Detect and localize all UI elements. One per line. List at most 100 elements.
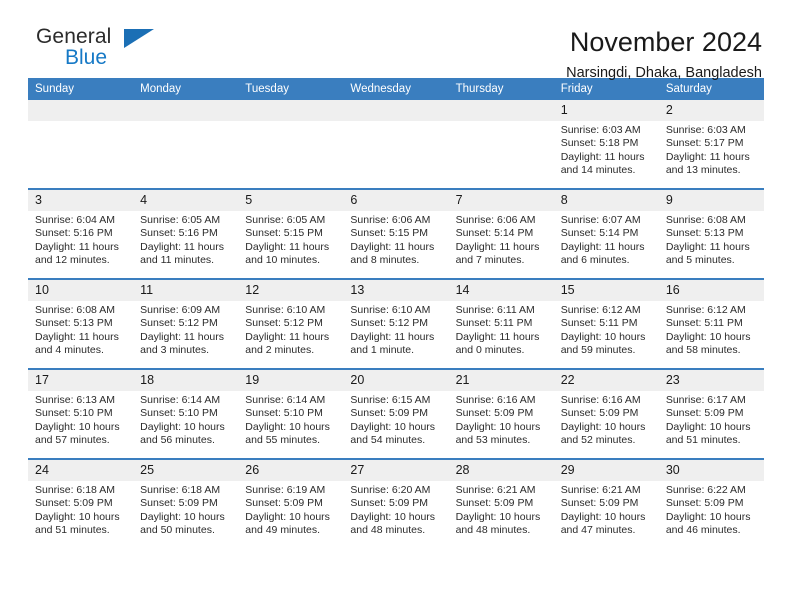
calendar-day-cell[interactable]: 28 Sunrise: 6:21 AM Sunset: 5:09 PM Dayligh… (448, 459, 554, 548)
day-sun-info: Sunrise: 6:06 AM Sunset: 5:15 PM Daylight:… (343, 211, 448, 267)
calendar-day-cell[interactable]: 17 Sunrise: 6:13 AM Sunset: 5:10 PM Dayligh… (28, 369, 134, 460)
sunrise-text: Sunrise: 6:12 AM (665, 304, 746, 316)
sunrise-text: Sunrise: 6:18 AM (140, 484, 221, 496)
daylight-text-line2: and 13 minutes. (665, 163, 741, 176)
brand-logo[interactable]: General Blue (28, 26, 158, 80)
sunset-text: Sunset: 5:13 PM (35, 317, 113, 330)
daylight-text-line1: Daylight: 10 hours (350, 420, 436, 433)
calendar-day-cell[interactable]: 8 Sunrise: 6:07 AM Sunset: 5:14 PM Daylight… (553, 189, 659, 280)
calendar-day-cell-empty (238, 100, 344, 190)
daylight-text-line1: Daylight: 11 hours (140, 330, 224, 343)
daylight-text-line2: and 7 minutes. (455, 253, 525, 266)
daylight-text-line2: and 52 minutes. (560, 433, 636, 446)
sunset-text: Sunset: 5:15 PM (245, 227, 323, 240)
day-sun-info: Sunrise: 6:03 AM Sunset: 5:17 PM Daylight:… (659, 121, 764, 177)
day-number (28, 100, 134, 121)
day-number: 1 (553, 100, 659, 121)
sunrise-text: Sunrise: 6:06 AM (455, 214, 536, 226)
calendar-day-cell[interactable]: 20 Sunrise: 6:15 AM Sunset: 5:09 PM Dayligh… (343, 369, 449, 460)
calendar-day-cell[interactable]: 27 Sunrise: 6:20 AM Sunset: 5:09 PM Dayligh… (343, 459, 449, 548)
daylight-text-line1: Daylight: 10 hours (245, 510, 330, 523)
day-number: 24 (28, 460, 134, 481)
calendar-page: General Blue November 2024 Narsingdi, Dh… (0, 0, 792, 612)
calendar-day-cell[interactable]: 22 Sunrise: 6:16 AM Sunset: 5:09 PM Dayligh… (553, 369, 659, 460)
daylight-text-line1: Daylight: 10 hours (140, 510, 225, 523)
calendar-week-row: 3 Sunrise: 6:04 AM Sunset: 5:16 PM Daylight… (28, 189, 764, 280)
calendar-day-cell[interactable]: 1 Sunrise: 6:03 AM Sunset: 5:18 PM Daylight… (553, 100, 659, 190)
brand-name-blue: Blue (65, 46, 108, 69)
calendar-day-cell[interactable]: 14 Sunrise: 6:11 AM Sunset: 5:11 PM Dayligh… (448, 279, 554, 370)
daylight-text-line2: and 47 minutes. (560, 523, 636, 536)
day-cell-content: 5 Sunrise: 6:05 AM Sunset: 5:15 PM Daylight… (238, 190, 344, 278)
calendar-day-cell[interactable]: 7 Sunrise: 6:06 AM Sunset: 5:14 PM Daylight… (448, 189, 554, 280)
day-sun-info: Sunrise: 6:16 AM Sunset: 5:09 PM Daylight:… (554, 391, 659, 447)
daylight-text-line2: and 4 minutes. (35, 343, 104, 356)
daylight-text-line2: and 51 minutes. (665, 433, 741, 446)
daylight-text-line2: and 14 minutes. (560, 163, 636, 176)
day-number: 22 (553, 370, 659, 391)
calendar-day-cell[interactable]: 21 Sunrise: 6:16 AM Sunset: 5:09 PM Dayligh… (448, 369, 554, 460)
page-header: General Blue November 2024 Narsingdi, Dh… (28, 0, 764, 82)
day-cell-content: 20 Sunrise: 6:15 AM Sunset: 5:09 PM Dayligh… (343, 370, 449, 458)
sunset-text: Sunset: 5:10 PM (245, 407, 323, 420)
daylight-text-line1: Daylight: 10 hours (35, 510, 120, 523)
day-sun-info: Sunrise: 6:08 AM Sunset: 5:13 PM Daylight:… (28, 301, 133, 357)
calendar-day-cell[interactable]: 23 Sunrise: 6:17 AM Sunset: 5:09 PM Dayligh… (658, 369, 764, 460)
calendar-day-cell[interactable]: 16 Sunrise: 6:12 AM Sunset: 5:11 PM Dayligh… (658, 279, 764, 370)
day-number: 11 (133, 280, 239, 301)
daylight-text-line1: Daylight: 11 hours (665, 150, 750, 163)
calendar-day-cell[interactable]: 29 Sunrise: 6:21 AM Sunset: 5:09 PM Dayligh… (553, 459, 659, 548)
daylight-text-line1: Daylight: 11 hours (35, 240, 119, 253)
daylight-text-line2: and 57 minutes. (35, 433, 110, 446)
calendar-day-cell[interactable]: 24 Sunrise: 6:18 AM Sunset: 5:09 PM Dayligh… (28, 459, 134, 548)
day-number: 3 (28, 190, 134, 211)
sunrise-text: Sunrise: 6:20 AM (350, 484, 431, 496)
day-sun-info: Sunrise: 6:21 AM Sunset: 5:09 PM Daylight:… (554, 481, 659, 537)
day-cell-content (448, 100, 554, 188)
calendar-week-row: 1 Sunrise: 6:03 AM Sunset: 5:18 PM Daylight… (28, 100, 764, 190)
sunset-text: Sunset: 5:12 PM (140, 317, 218, 330)
calendar-day-cell[interactable]: 11 Sunrise: 6:09 AM Sunset: 5:12 PM Dayligh… (133, 279, 239, 370)
day-number: 13 (343, 280, 449, 301)
day-number: 16 (658, 280, 764, 301)
calendar-day-cell-empty (28, 100, 134, 190)
day-cell-content: 26 Sunrise: 6:19 AM Sunset: 5:09 PM Dayligh… (238, 460, 344, 548)
daylight-text-line2: and 6 minutes. (560, 253, 630, 266)
calendar-day-cell[interactable]: 9 Sunrise: 6:08 AM Sunset: 5:13 PM Daylight… (658, 189, 764, 280)
daylight-text-line1: Daylight: 10 hours (560, 330, 646, 343)
weekday-header-monday: Monday (133, 78, 239, 100)
calendar-day-cell[interactable]: 10 Sunrise: 6:08 AM Sunset: 5:13 PM Dayligh… (28, 279, 134, 370)
sunrise-text: Sunrise: 6:12 AM (560, 304, 641, 316)
calendar-day-cell[interactable]: 12 Sunrise: 6:10 AM Sunset: 5:12 PM Dayligh… (238, 279, 344, 370)
calendar-day-cell[interactable]: 18 Sunrise: 6:14 AM Sunset: 5:10 PM Dayligh… (133, 369, 239, 460)
calendar-day-cell[interactable]: 2 Sunrise: 6:03 AM Sunset: 5:17 PM Daylight… (658, 100, 764, 190)
day-sun-info: Sunrise: 6:22 AM Sunset: 5:09 PM Daylight:… (659, 481, 764, 537)
daylight-text-line2: and 8 minutes. (350, 253, 420, 266)
calendar-day-cell[interactable]: 25 Sunrise: 6:18 AM Sunset: 5:09 PM Dayligh… (133, 459, 239, 548)
daylight-text-line2: and 1 minute. (350, 343, 415, 356)
calendar-day-cell[interactable]: 26 Sunrise: 6:19 AM Sunset: 5:09 PM Dayligh… (238, 459, 344, 548)
calendar-day-cell[interactable]: 5 Sunrise: 6:05 AM Sunset: 5:15 PM Daylight… (238, 189, 344, 280)
daylight-text-line1: Daylight: 10 hours (350, 510, 436, 523)
daylight-text-line1: Daylight: 11 hours (455, 330, 540, 343)
calendar-day-cell[interactable]: 4 Sunrise: 6:05 AM Sunset: 5:16 PM Daylight… (133, 189, 239, 280)
sunrise-text: Sunrise: 6:05 AM (140, 214, 221, 226)
day-cell-content: 2 Sunrise: 6:03 AM Sunset: 5:17 PM Daylight… (658, 100, 764, 188)
sunset-text: Sunset: 5:13 PM (665, 227, 744, 240)
calendar-day-cell[interactable]: 30 Sunrise: 6:22 AM Sunset: 5:09 PM Dayligh… (658, 459, 764, 548)
daylight-text-line2: and 59 minutes. (560, 343, 636, 356)
day-cell-content: 1 Sunrise: 6:03 AM Sunset: 5:18 PM Daylight… (553, 100, 659, 188)
daylight-text-line1: Daylight: 11 hours (560, 240, 645, 253)
sunset-text: Sunset: 5:14 PM (455, 227, 534, 240)
day-cell-content: 9 Sunrise: 6:08 AM Sunset: 5:13 PM Daylight… (658, 190, 764, 278)
calendar-day-cell[interactable]: 6 Sunrise: 6:06 AM Sunset: 5:15 PM Daylight… (343, 189, 449, 280)
day-sun-info: Sunrise: 6:21 AM Sunset: 5:09 PM Daylight:… (449, 481, 554, 537)
calendar-day-cell[interactable]: 13 Sunrise: 6:10 AM Sunset: 5:12 PM Dayligh… (343, 279, 449, 370)
sunrise-text: Sunrise: 6:22 AM (665, 484, 746, 496)
calendar-day-cell[interactable]: 15 Sunrise: 6:12 AM Sunset: 5:11 PM Dayligh… (553, 279, 659, 370)
calendar-day-cell[interactable]: 19 Sunrise: 6:14 AM Sunset: 5:10 PM Dayligh… (238, 369, 344, 460)
calendar-day-cell[interactable]: 3 Sunrise: 6:04 AM Sunset: 5:16 PM Daylight… (28, 189, 134, 280)
sunset-text: Sunset: 5:09 PM (455, 497, 534, 510)
day-number: 17 (28, 370, 134, 391)
day-number: 18 (133, 370, 239, 391)
